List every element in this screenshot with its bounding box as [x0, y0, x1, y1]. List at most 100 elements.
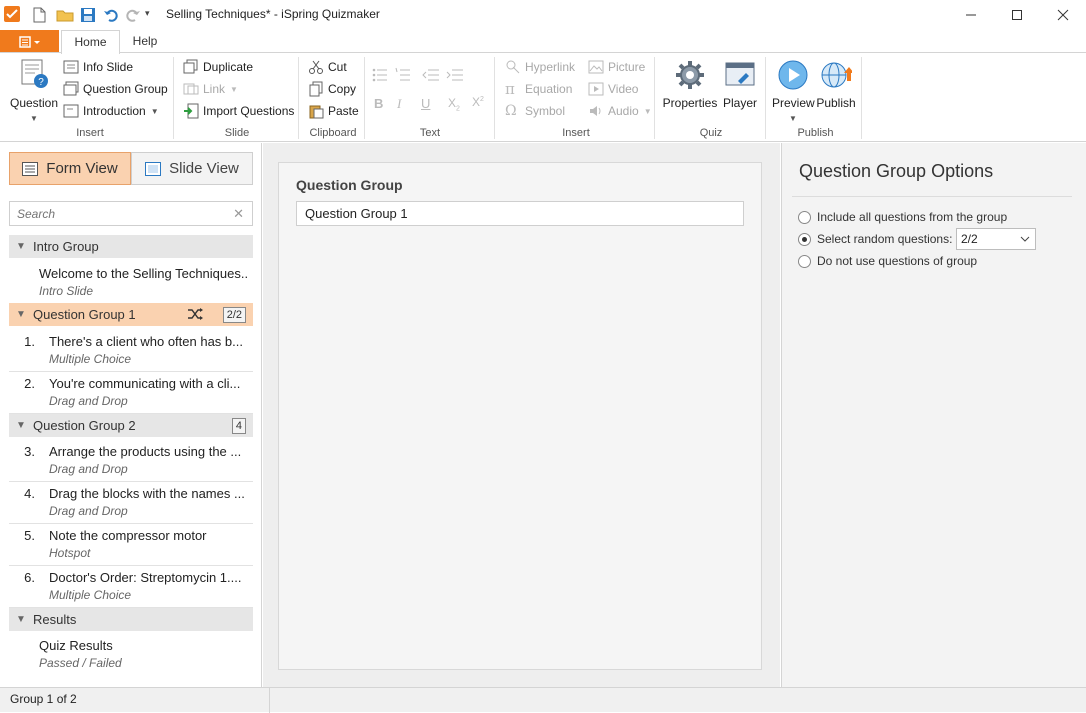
save-icon[interactable] — [79, 6, 97, 24]
radio-button[interactable] — [798, 254, 811, 268]
question-count-badge: 4 — [231, 418, 246, 434]
slide-view-button[interactable]: Slide View — [131, 152, 253, 185]
tab-home[interactable]: Home — [61, 30, 120, 54]
svg-text:?: ? — [38, 77, 44, 88]
question-button[interactable]: ? Question ▼ — [8, 57, 60, 124]
file-menu-button[interactable] — [0, 30, 59, 53]
publish-button[interactable]: Publish — [814, 59, 858, 110]
introduction-icon — [63, 104, 79, 118]
symbol-button[interactable]: Ω Symbol — [505, 101, 565, 121]
audio-button[interactable]: Audio ▼ — [588, 101, 652, 121]
superscript-icon[interactable]: X2 — [472, 95, 484, 109]
undo-icon[interactable] — [102, 6, 120, 24]
chevron-down-icon: ▼ — [789, 114, 797, 123]
properties-button[interactable]: Properties — [662, 59, 718, 110]
group-header-question-group-2[interactable]: ▼ Question Group 2 4 — [9, 414, 253, 437]
globe-upload-icon — [821, 62, 854, 88]
player-button[interactable]: Player — [720, 59, 760, 110]
cut-button[interactable]: Cut — [308, 57, 347, 77]
speaker-icon — [590, 106, 601, 116]
ribbon: ? Question ▼ Info Slide Question Group I… — [0, 52, 1086, 142]
picture-button[interactable]: Picture — [588, 57, 645, 77]
radio-button-selected[interactable] — [798, 232, 811, 246]
radio-button[interactable] — [798, 210, 811, 224]
ribbon-separator — [494, 57, 495, 139]
underline-icon[interactable]: U — [421, 96, 430, 111]
group-label-slide: Slide — [224, 127, 250, 139]
question-group-button[interactable]: Question Group — [63, 79, 168, 99]
minimize-button[interactable] — [948, 0, 994, 30]
chevron-down-icon[interactable]: ▼ — [9, 614, 33, 625]
play-icon — [778, 60, 808, 90]
italic-icon[interactable]: I — [397, 96, 401, 112]
ribbon-separator — [765, 57, 766, 139]
list-item[interactable]: 6. Doctor's Order: Streptomycin 1.... Mu… — [9, 566, 253, 608]
group-header-question-group-1[interactable]: ▼ Question Group 1 2/2 — [9, 303, 253, 326]
list-item[interactable]: 3. Arrange the products using the ... Dr… — [9, 440, 253, 482]
chevron-down-icon[interactable]: ▼ — [9, 241, 33, 252]
chevron-down-icon[interactable]: ▼ — [9, 420, 33, 431]
bold-icon[interactable]: B — [374, 96, 383, 111]
copy-button[interactable]: Copy — [308, 79, 356, 99]
link-button[interactable]: Link ▼ — [183, 79, 238, 99]
list-item[interactable]: Welcome to the Selling Techniques... Int… — [9, 262, 253, 304]
question-group-label: Question Group — [296, 177, 403, 193]
question-group-form: Question Group — [278, 162, 762, 670]
redo-icon[interactable] — [124, 6, 142, 24]
info-slide-button[interactable]: Info Slide — [63, 57, 133, 77]
group-header-results[interactable]: ▼ Results — [9, 608, 253, 631]
hyperlink-button[interactable]: Hyperlink — [505, 57, 575, 77]
list-item[interactable]: 2. You're communicating with a cli... Dr… — [9, 372, 253, 414]
group-label-insert: Insert — [76, 127, 104, 139]
hyperlink-icon — [506, 60, 520, 74]
ribbon-separator — [654, 57, 655, 139]
import-icon — [184, 103, 199, 119]
random-count-select[interactable]: 2/2 — [956, 228, 1036, 250]
form-view-button[interactable]: Form View — [9, 152, 131, 185]
option-include-all[interactable]: Include all questions from the group — [798, 210, 1007, 224]
option-select-random[interactable]: Select random questions: — [798, 232, 952, 246]
search-input[interactable] — [10, 202, 220, 225]
duplicate-icon — [183, 59, 198, 74]
duplicate-button[interactable]: Duplicate — [183, 57, 253, 77]
slide-view-icon — [145, 161, 162, 176]
list-item[interactable]: Quiz Results Passed / Failed — [9, 634, 253, 676]
divider — [269, 688, 270, 713]
close-button[interactable] — [1040, 0, 1086, 30]
quick-access-dropdown-icon[interactable]: ▾ — [145, 8, 163, 26]
import-questions-button[interactable]: Import Questions — [183, 101, 294, 121]
bullets-icon[interactable] — [372, 67, 388, 86]
equation-button[interactable]: π Equation — [505, 79, 572, 99]
ribbon-separator — [364, 57, 365, 139]
video-button[interactable]: Video — [588, 79, 638, 99]
chevron-down-icon — [1020, 229, 1030, 257]
list-item[interactable]: 4. Drag the blocks with the names ... Dr… — [9, 482, 253, 524]
group-header-intro[interactable]: ▼ Intro Group — [9, 235, 253, 258]
maximize-button[interactable] — [994, 0, 1040, 30]
clear-search-icon[interactable]: ✕ — [233, 206, 244, 222]
chevron-down-icon[interactable]: ▼ — [9, 309, 33, 320]
group-label-text: Text — [419, 127, 441, 139]
scissors-icon — [309, 60, 323, 74]
group-label-publish: Publish — [797, 127, 834, 139]
subscript-icon[interactable]: X2 — [448, 96, 460, 112]
list-item[interactable]: 1. There's a client who often has b... M… — [9, 330, 253, 372]
new-file-icon[interactable] — [30, 6, 48, 24]
question-group-icon — [63, 81, 79, 96]
open-folder-icon[interactable] — [56, 6, 74, 24]
decrease-indent-icon[interactable] — [422, 67, 440, 86]
ribbon-separator — [861, 57, 862, 139]
preview-button[interactable]: Preview ▼ — [772, 59, 815, 124]
list-item[interactable]: 5. Note the compressor motor Hotspot — [9, 524, 253, 566]
paste-button[interactable]: Paste — [308, 101, 359, 121]
pi-icon: π — [505, 80, 515, 98]
increase-indent-icon[interactable] — [446, 67, 464, 86]
introduction-button[interactable]: Introduction ▼ — [63, 101, 159, 121]
numbering-icon[interactable] — [395, 67, 411, 86]
window-title: Selling Techniques* - iSpring Quizmaker — [166, 7, 380, 21]
question-group-name-input[interactable] — [296, 201, 744, 226]
option-do-not-use[interactable]: Do not use questions of group — [798, 254, 977, 268]
title-bar: ▾ Selling Techniques* - iSpring Quizmake… — [0, 0, 1086, 30]
tab-help[interactable]: Help — [122, 30, 168, 53]
ribbon-separator — [298, 57, 299, 139]
